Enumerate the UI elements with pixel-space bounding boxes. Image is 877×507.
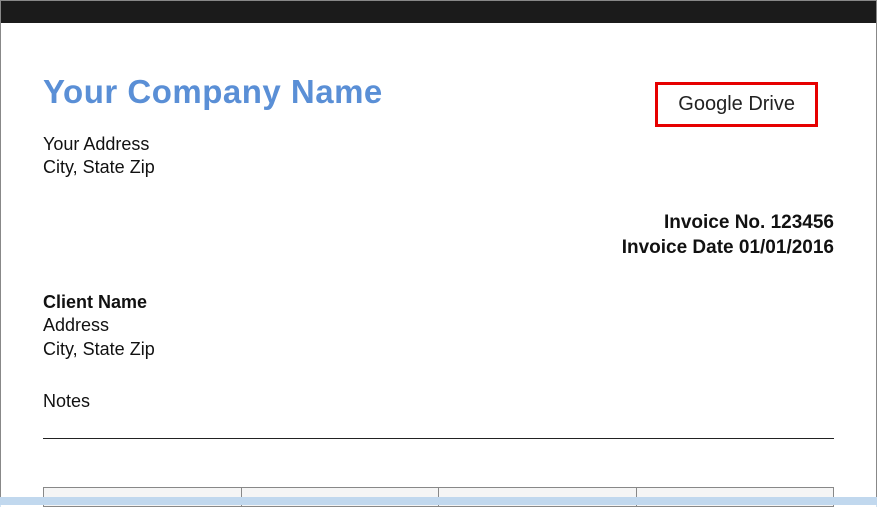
company-address-line1[interactable]: Your Address [43,133,834,156]
client-address-line1[interactable]: Address [43,314,834,337]
divider-line [43,438,834,439]
invoice-date[interactable]: Invoice Date 01/01/2016 [43,235,834,261]
client-address-line2[interactable]: City, State Zip [43,338,834,361]
invoice-number[interactable]: Invoice No. 123456 [43,210,834,236]
notes-label[interactable]: Notes [43,391,834,412]
drive-highlight-box: Google Drive [655,82,818,127]
company-address-line2[interactable]: City, State Zip [43,156,834,179]
bottom-edge [0,497,877,505]
document-frame: Google Drive Your Company Name Your Addr… [0,0,877,497]
drive-label: Google Drive [678,93,795,115]
top-toolbar [1,1,876,23]
client-name[interactable]: Client Name [43,291,834,314]
invoice-page: Google Drive Your Company Name Your Addr… [1,23,876,507]
client-section: Client Name Address City, State Zip [43,291,834,361]
invoice-meta: Invoice No. 123456 Invoice Date 01/01/20… [43,210,834,261]
